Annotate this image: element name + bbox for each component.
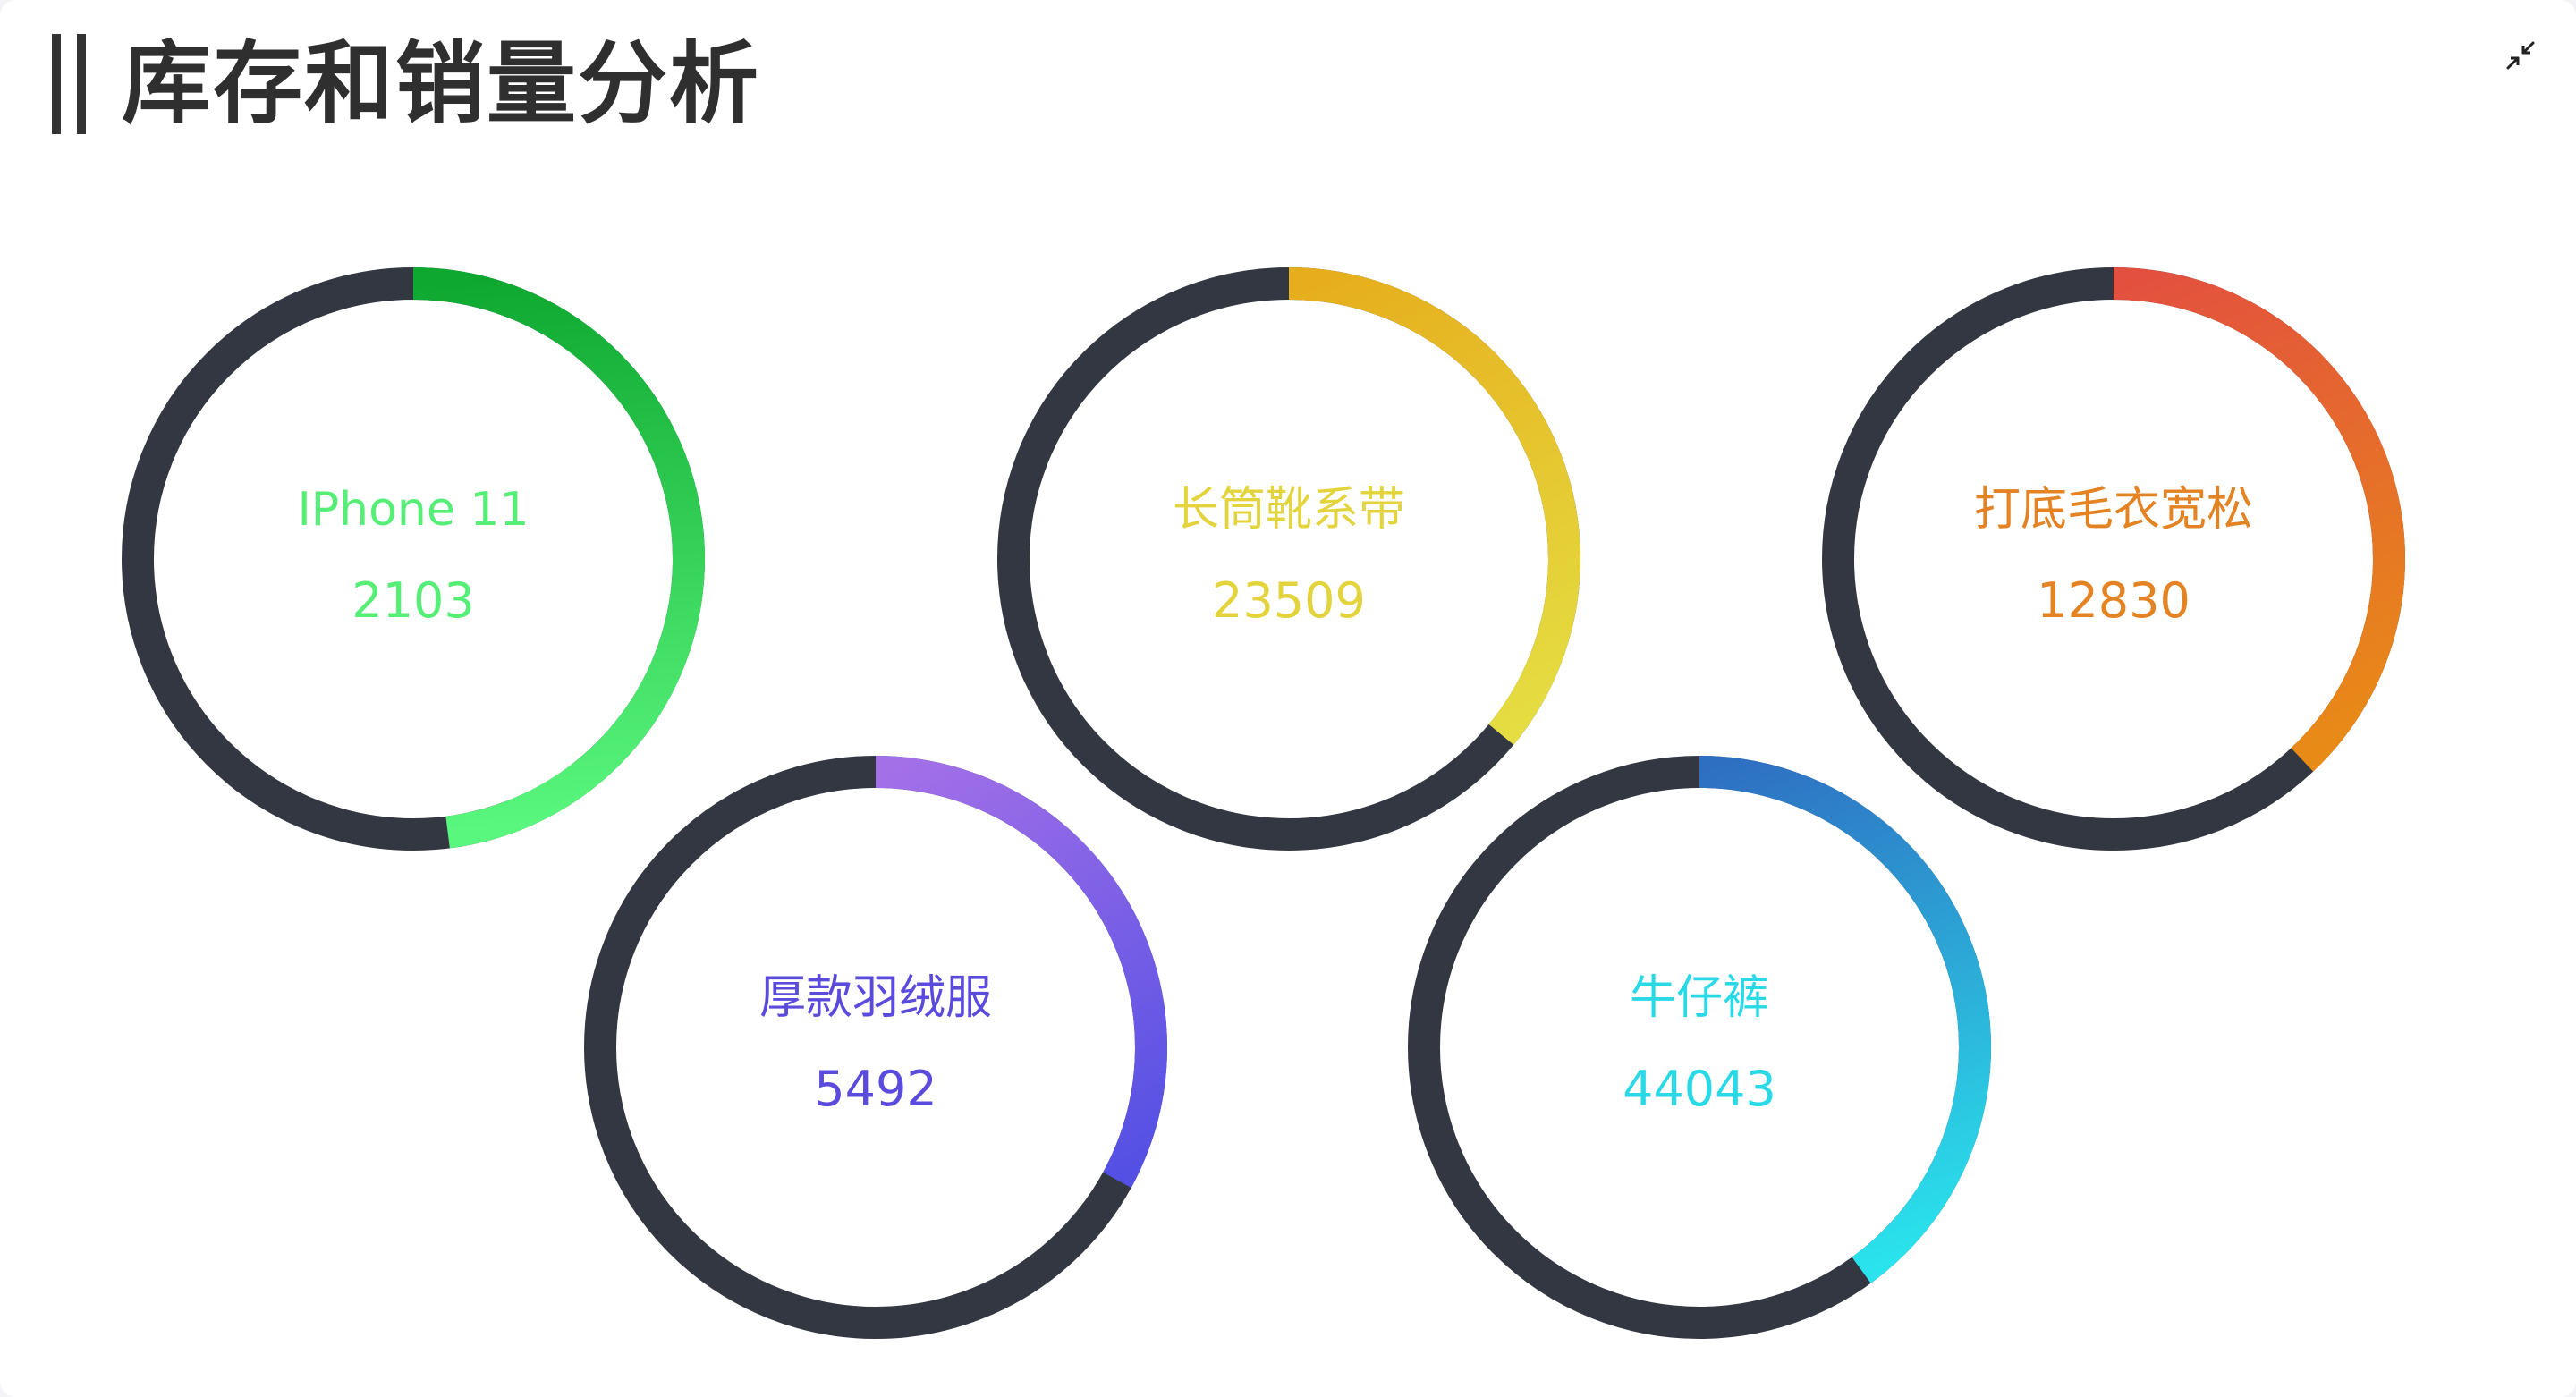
ring-item-value: 2103 — [352, 572, 474, 629]
ring-gauge: 打底毛衣宽松 12830 — [1822, 267, 2405, 851]
inventory-sales-ring-chart: IPhone 11 2103 长筒靴系带 23509 打底毛衣宽松 12830 厚款羽绒服 5… — [122, 267, 2405, 1339]
ring-gauge: IPhone 11 2103 — [122, 267, 705, 851]
ring-item-value: 23509 — [1212, 572, 1366, 629]
ring-item-value: 12830 — [2037, 572, 2190, 629]
ring-item-value: 44043 — [1623, 1061, 1776, 1117]
ring-item-label: 牛仔裤 — [1630, 971, 1769, 1025]
ring-item-label: 打底毛衣宽松 — [1974, 483, 2253, 537]
ring-item-label: 厚款羽绒服 — [759, 971, 992, 1025]
ring-item-label: 长筒靴系带 — [1173, 483, 1405, 537]
ring-progress-arc — [412, 267, 705, 849]
ring-gauge: 牛仔裤 44043 — [1408, 756, 1991, 1339]
ring-gauge: 长筒靴系带 23509 — [997, 267, 1580, 851]
ring-item-value: 5492 — [814, 1061, 936, 1117]
ring-item-label: IPhone 11 — [297, 483, 529, 537]
ring-gauge: 厚款羽绒服 5492 — [584, 756, 1167, 1339]
dashboard-panel: 库存和销量分析 IPhone 11 2103 长筒靴系带 23509 打底毛衣宽松 128… — [0, 0, 2576, 1397]
